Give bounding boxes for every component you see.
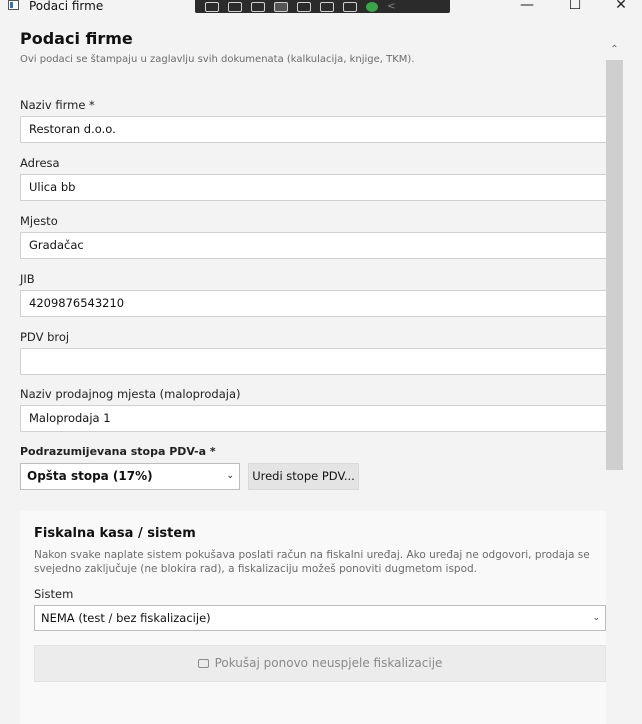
jib-input[interactable]: 4209876543210 xyxy=(20,290,610,317)
hot-reload-icon[interactable] xyxy=(320,1,334,12)
chevron-down-icon: ⌄ xyxy=(592,613,600,623)
pdv-broj-label: PDV broj xyxy=(20,330,70,344)
scroll-up-icon[interactable]: ⌃ xyxy=(609,44,620,55)
pdv-broj-input[interactable] xyxy=(20,348,610,375)
select-element-icon[interactable] xyxy=(205,1,219,12)
close-button[interactable]: ✕ xyxy=(598,0,642,13)
retry-label: Pokušaj ponovo neuspjele fiskalizacije xyxy=(214,656,443,670)
uredi-stope-button[interactable]: Uredi stope PDV... xyxy=(248,463,359,490)
naziv-label: Naziv firme * xyxy=(20,98,95,112)
page-title: Podaci firme xyxy=(20,29,133,48)
prodajno-mjesto-input[interactable]: Maloprodaja 1 xyxy=(20,405,610,432)
debug-toolbar: < xyxy=(195,0,450,13)
check-icon[interactable] xyxy=(366,1,378,12)
mjesto-label: Mjesto xyxy=(20,214,58,228)
jib-label: JIB xyxy=(20,272,35,286)
collapse-icon[interactable]: < xyxy=(387,1,395,12)
stopa-label: Podrazumijevana stopa PDV-a * xyxy=(20,445,216,458)
naziv-input[interactable]: Restoran d.o.o. xyxy=(20,116,610,143)
scrollbar-thumb[interactable] xyxy=(606,60,623,470)
fiscal-panel: Fiskalna kasa / sistem Nakon svake napla… xyxy=(20,511,606,724)
adresa-label: Adresa xyxy=(20,156,60,170)
stopa-select[interactable]: Opšta stopa (17%) ⌄ xyxy=(20,463,240,490)
sistem-select-value: NEMA (test / bez fiskalizacije) xyxy=(41,611,211,625)
retry-fiscalization-button[interactable]: Pokušaj ponovo neuspjele fiskalizacije xyxy=(34,645,606,682)
pointer-icon[interactable] xyxy=(251,1,265,12)
minimize-button[interactable]: — xyxy=(504,0,550,13)
chevron-down-icon: ⌄ xyxy=(226,471,234,481)
app-icon xyxy=(8,0,19,10)
track-focus-icon[interactable] xyxy=(297,1,311,12)
window-title: Podaci firme xyxy=(29,0,104,13)
receipt-icon xyxy=(197,659,209,668)
fiscal-title: Fiskalna kasa / sistem xyxy=(34,526,196,541)
prodajno-mjesto-label: Naziv prodajnog mjesta (maloprodaja) xyxy=(20,387,241,401)
camera-icon[interactable] xyxy=(228,1,242,12)
fiscal-description: Nakon svake naplate sistem pokušava posl… xyxy=(34,549,590,575)
vertical-scrollbar[interactable]: ⌃ xyxy=(606,44,623,724)
maximize-button[interactable]: ☐ xyxy=(552,0,598,13)
adresa-input[interactable]: Ulica bb xyxy=(20,174,610,201)
page-subtitle: Ovi podaci se štampaju u zaglavlju svih … xyxy=(20,54,415,65)
mjesto-input[interactable]: Gradačac xyxy=(20,232,610,259)
layout-icon[interactable] xyxy=(274,1,288,12)
window-edge xyxy=(623,14,642,724)
sistem-select[interactable]: NEMA (test / bez fiskalizacije) ⌄ xyxy=(34,605,606,631)
accessibility-icon[interactable] xyxy=(343,1,357,12)
stopa-select-value: Opšta stopa (17%) xyxy=(27,469,153,483)
sistem-label: Sistem xyxy=(34,587,74,601)
title-bar: Podaci firme < — ☐ ✕ xyxy=(0,0,642,14)
